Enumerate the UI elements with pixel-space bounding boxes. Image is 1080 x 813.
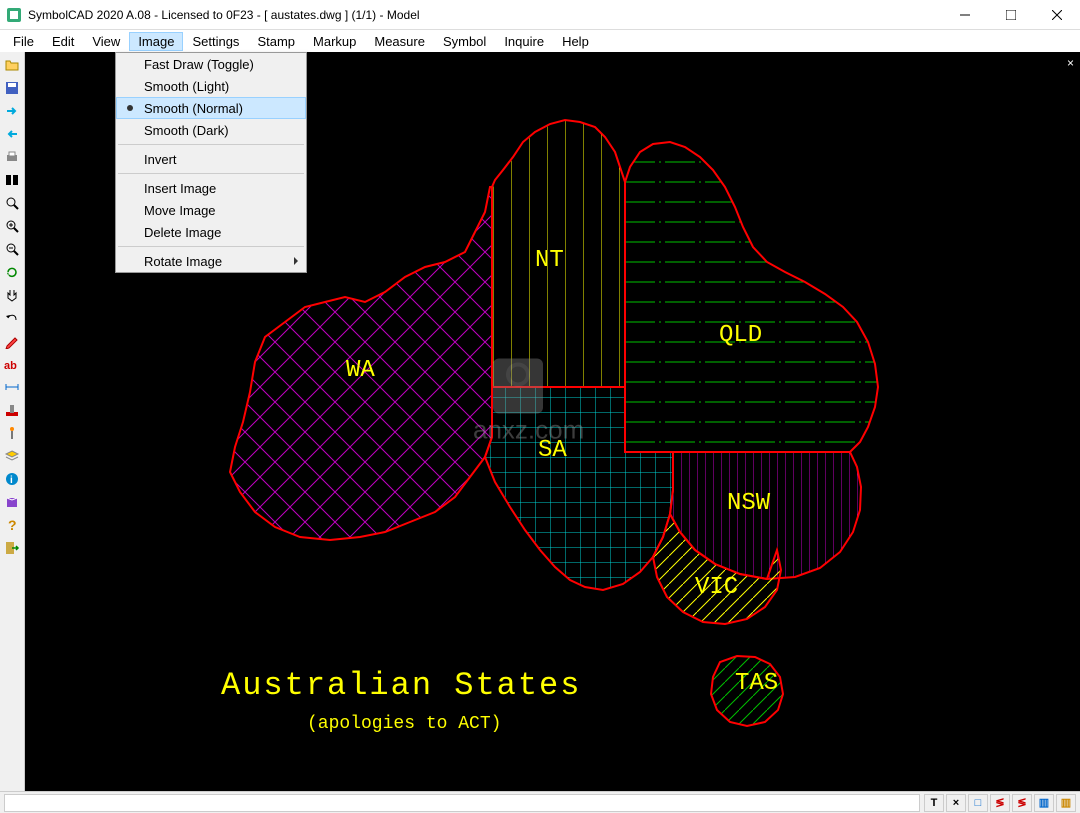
minimize-button[interactable]: [942, 0, 988, 30]
book-icon[interactable]: [1, 491, 23, 513]
status-icon-close[interactable]: ×: [946, 794, 966, 812]
menu-invert[interactable]: Invert: [116, 148, 306, 170]
undo-icon[interactable]: [1, 307, 23, 329]
bullet-icon: [127, 105, 133, 111]
zoom-icon[interactable]: [1, 192, 23, 214]
zoom-out-icon[interactable]: [1, 238, 23, 260]
text-icon[interactable]: ab: [1, 353, 23, 375]
menu-insert-image[interactable]: Insert Image: [116, 177, 306, 199]
status-icon-red1[interactable]: ≶: [990, 794, 1010, 812]
menu-edit[interactable]: Edit: [43, 32, 83, 51]
zoom-in-icon[interactable]: [1, 215, 23, 237]
status-icon-red2[interactable]: ≶: [1012, 794, 1032, 812]
stamp-icon[interactable]: [1, 399, 23, 421]
menu-settings[interactable]: Settings: [183, 32, 248, 51]
status-icon-layout2[interactable]: ▥: [1056, 794, 1076, 812]
close-button[interactable]: [1034, 0, 1080, 30]
menu-stamp[interactable]: Stamp: [248, 32, 304, 51]
arrow-right-icon[interactable]: [1, 100, 23, 122]
layers-icon[interactable]: [1, 445, 23, 467]
snap-icon[interactable]: [1, 422, 23, 444]
menu-separator: [118, 246, 304, 247]
status-text: [4, 794, 920, 812]
menu-smooth-light[interactable]: Smooth (Light): [116, 75, 306, 97]
menu-move-image[interactable]: Move Image: [116, 199, 306, 221]
menu-bar: File Edit View Image Settings Stamp Mark…: [0, 30, 1080, 52]
label-wa: WA: [346, 357, 375, 384]
menu-separator: [118, 173, 304, 174]
status-icon-window[interactable]: □: [968, 794, 988, 812]
dimension-icon[interactable]: [1, 376, 23, 398]
save-icon[interactable]: [1, 77, 23, 99]
menu-smooth-dark[interactable]: Smooth (Dark): [116, 119, 306, 141]
maximize-button[interactable]: [988, 0, 1034, 30]
window-title: SymbolCAD 2020 A.08 - Licensed to 0F23 -…: [28, 8, 942, 22]
status-icon-text[interactable]: T: [924, 794, 944, 812]
label-vic: VIC: [695, 574, 738, 601]
svg-text:?: ?: [8, 517, 17, 533]
pan-icon[interactable]: [1, 284, 23, 306]
menu-measure[interactable]: Measure: [365, 32, 434, 51]
left-toolbar: ab i ?: [0, 52, 25, 791]
print-icon[interactable]: [1, 146, 23, 168]
menu-smooth-normal[interactable]: Smooth (Normal): [116, 97, 306, 119]
label-nsw: NSW: [727, 490, 770, 517]
menu-fast-draw[interactable]: Fast Draw (Toggle): [116, 53, 306, 75]
status-bar: T × □ ≶ ≶ ▥ ▥: [0, 791, 1080, 813]
svg-text:i: i: [10, 475, 13, 486]
label-tas: TAS: [735, 670, 778, 697]
app-icon: [6, 7, 22, 23]
label-nt: NT: [535, 247, 564, 274]
svg-text:ab: ab: [4, 360, 17, 371]
label-qld: QLD: [719, 322, 762, 349]
status-icon-layout1[interactable]: ▥: [1034, 794, 1054, 812]
drawing-subtitle: (apologies to ACT): [307, 714, 501, 734]
label-sa: SA: [538, 437, 567, 464]
headers-icon[interactable]: [1, 169, 23, 191]
submenu-arrow-icon: [294, 257, 298, 265]
menu-view[interactable]: View: [83, 32, 129, 51]
menu-separator: [118, 144, 304, 145]
drawing-title: Australian States: [221, 667, 581, 704]
menu-file[interactable]: File: [4, 32, 43, 51]
title-bar: SymbolCAD 2020 A.08 - Licensed to 0F23 -…: [0, 0, 1080, 30]
info-icon[interactable]: i: [1, 468, 23, 490]
pencil-icon[interactable]: [1, 330, 23, 352]
menu-inquire[interactable]: Inquire: [495, 32, 553, 51]
menu-markup[interactable]: Markup: [304, 32, 365, 51]
open-icon[interactable]: [1, 54, 23, 76]
menu-image[interactable]: Image: [129, 32, 183, 51]
menu-delete-image[interactable]: Delete Image: [116, 221, 306, 243]
refresh-icon[interactable]: [1, 261, 23, 283]
arrow-left-icon[interactable]: [1, 123, 23, 145]
menu-symbol[interactable]: Symbol: [434, 32, 495, 51]
exit-icon[interactable]: [1, 537, 23, 559]
help-icon[interactable]: ?: [1, 514, 23, 536]
menu-help[interactable]: Help: [553, 32, 598, 51]
image-menu-dropdown: Fast Draw (Toggle) Smooth (Light) Smooth…: [115, 52, 307, 273]
menu-rotate-image[interactable]: Rotate Image: [116, 250, 306, 272]
